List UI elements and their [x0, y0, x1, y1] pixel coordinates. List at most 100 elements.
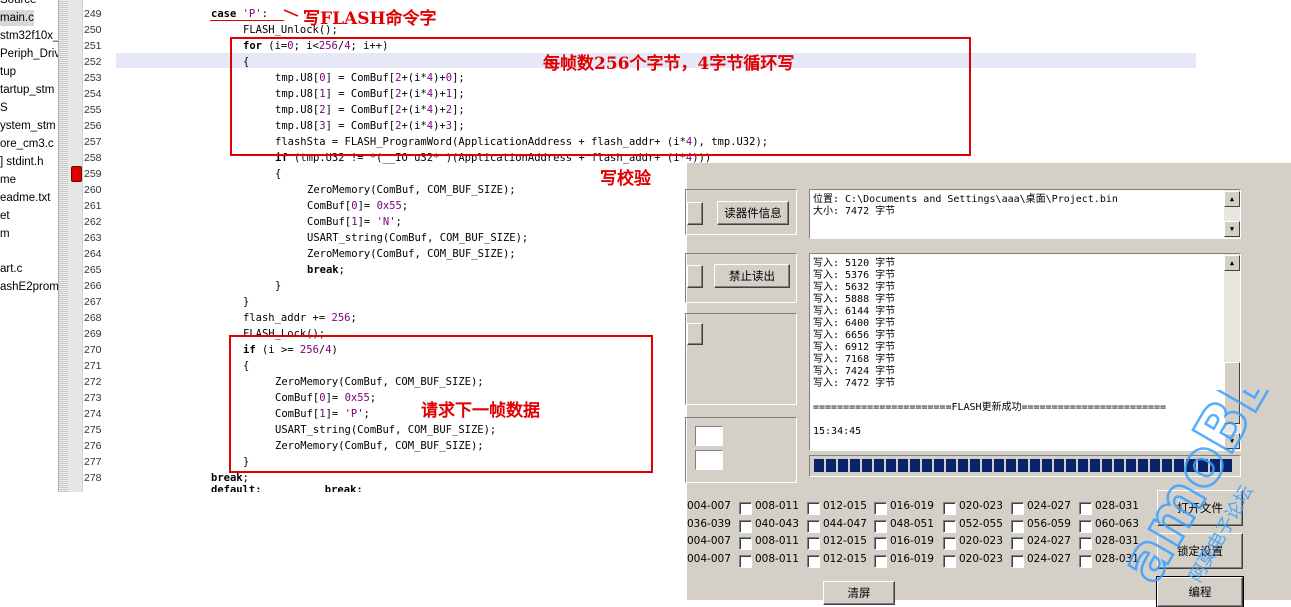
progress-fill	[812, 456, 1238, 476]
file-info-scrollbar[interactable]: ▲ ▼	[1224, 190, 1240, 238]
open-file-button[interactable]: 打开文件	[1157, 490, 1243, 526]
progress-segment	[838, 459, 848, 472]
file-tree-item[interactable]: stm32f10x_	[0, 28, 58, 44]
disable-read-button[interactable]: 禁止读出	[714, 264, 790, 288]
file-tree-item[interactable]: eadme.txt	[0, 190, 51, 206]
progress-segment	[1054, 459, 1064, 472]
sector-checkbox[interactable]	[1011, 555, 1024, 568]
sector-checkbox[interactable]	[1011, 537, 1024, 550]
sector-checkbox[interactable]	[1079, 537, 1092, 550]
sector-range-label: 008-011	[755, 500, 799, 512]
sector-checkbox[interactable]	[1079, 555, 1092, 568]
file-tree-item[interactable]: ] stdint.h	[0, 154, 43, 170]
file-tree-item[interactable]: Source	[0, 0, 36, 8]
sector-checkbox[interactable]	[807, 537, 820, 550]
scroll-down-icon[interactable]: ▼	[1224, 221, 1240, 237]
log-scrollbar[interactable]: ▲ ▼	[1224, 254, 1240, 450]
left-partial-button-1[interactable]	[687, 202, 703, 225]
progress-segment	[922, 459, 932, 472]
scroll-down-icon[interactable]: ▼	[1224, 433, 1240, 449]
line-number: 264	[84, 248, 102, 260]
editor-breakpoint-margin[interactable]	[68, 0, 83, 492]
code-token: {	[275, 168, 282, 180]
sector-checkbox[interactable]	[1011, 520, 1024, 533]
sector-checkbox[interactable]	[943, 555, 956, 568]
progress-segment	[898, 459, 908, 472]
lock-settings-button[interactable]: 锁定设置	[1157, 533, 1243, 569]
file-tree-item[interactable]: me	[0, 172, 16, 188]
progress-segment	[1162, 459, 1172, 472]
sector-checkbox[interactable]	[807, 502, 820, 515]
read-device-info-button[interactable]: 读器件信息	[717, 201, 789, 225]
sector-checkbox[interactable]	[739, 555, 752, 568]
sector-checkbox[interactable]	[1079, 520, 1092, 533]
file-tree-item[interactable]: ystem_stm	[0, 118, 56, 134]
line-number: 267	[84, 296, 102, 308]
sector-checkbox[interactable]	[807, 555, 820, 568]
clear-screen-button[interactable]: 清屏	[823, 581, 895, 605]
sector-checkbox[interactable]	[874, 537, 887, 550]
sector-checkbox[interactable]	[943, 520, 956, 533]
left-partial-button-3[interactable]	[687, 323, 703, 345]
code-line: ZeroMemory(ComBuf, COM_BUF_SIZE);	[307, 246, 516, 262]
param-input-1[interactable]	[695, 426, 723, 446]
annotation-underline	[210, 20, 284, 21]
annotation-request-next: 请求下一帧数据	[421, 401, 540, 421]
progress-segment	[994, 459, 1004, 472]
sector-checkbox[interactable]	[943, 537, 956, 550]
sector-checkbox[interactable]	[874, 502, 887, 515]
line-number: 271	[84, 360, 102, 372]
breakpoint-marker[interactable]	[71, 166, 82, 182]
file-tree-item[interactable]: tup	[0, 64, 16, 80]
code-line: {	[275, 166, 281, 182]
progress-segment	[1126, 459, 1136, 472]
file-tree-item[interactable]: ashE2prom	[0, 279, 58, 295]
sector-checkbox[interactable]	[739, 520, 752, 533]
code-line: USART_string(ComBuf, COM_BUF_SIZE);	[307, 230, 528, 246]
line-number: 272	[84, 376, 102, 388]
code-token: 0x55	[376, 200, 402, 212]
code-token: ;	[350, 312, 357, 324]
code-line: break;	[307, 262, 345, 278]
sector-checkbox[interactable]	[807, 520, 820, 533]
sector-checkbox[interactable]	[874, 520, 887, 533]
sector-checkbox[interactable]	[943, 502, 956, 515]
sector-checkbox[interactable]	[1011, 502, 1024, 515]
scroll-up-icon[interactable]: ▲	[1224, 255, 1240, 271]
file-info-box: 位置: C:\Documents and Settings\aaa\桌面\Pro…	[809, 189, 1241, 239]
sector-checkbox[interactable]	[874, 555, 887, 568]
file-tree-item[interactable]: ore_cm3.c	[0, 136, 54, 152]
sector-checkbox[interactable]	[1079, 502, 1092, 515]
line-number: 254	[84, 88, 102, 100]
sector-range-label: 016-019	[890, 553, 934, 565]
line-number: 256	[84, 120, 102, 132]
program-button[interactable]: 编程	[1156, 576, 1244, 607]
code-line: ComBuf[1]= 'N';	[307, 214, 402, 230]
file-tree-item[interactable]: Periph_Driv	[0, 46, 58, 62]
line-number: 249	[84, 8, 102, 20]
file-tree-item[interactable]: m	[0, 226, 10, 242]
code-token: 256	[331, 312, 351, 324]
left-partial-button-2[interactable]	[687, 265, 703, 288]
file-tree-item[interactable]: S	[0, 100, 8, 116]
progress-segment	[1198, 459, 1208, 472]
scroll-up-icon[interactable]: ▲	[1224, 191, 1240, 207]
progress-segment	[1210, 459, 1220, 472]
progress-segment	[874, 459, 884, 472]
line-number: 260	[84, 184, 102, 196]
progress-segment	[946, 459, 956, 472]
sector-range-label: 004-007	[687, 500, 731, 512]
log-scroll-thumb[interactable]	[1224, 362, 1240, 424]
file-tree-item[interactable]: main.c	[0, 10, 34, 26]
line-number: 268	[84, 312, 102, 324]
file-tree-item[interactable]: tartup_stm	[0, 82, 54, 98]
file-tree-item[interactable]: art.c	[0, 261, 22, 277]
file-tree-item[interactable]: et	[0, 208, 10, 224]
isp-tool-window: 读器件信息 禁止读出 位置: C:\Documents and Settings…	[685, 163, 1291, 607]
sector-checkbox[interactable]	[739, 537, 752, 550]
progress-segment	[1090, 459, 1100, 472]
param-input-2[interactable]	[695, 450, 723, 470]
sector-checkbox[interactable]	[739, 502, 752, 515]
line-number: 269	[84, 328, 102, 340]
line-number: 274	[84, 408, 102, 420]
